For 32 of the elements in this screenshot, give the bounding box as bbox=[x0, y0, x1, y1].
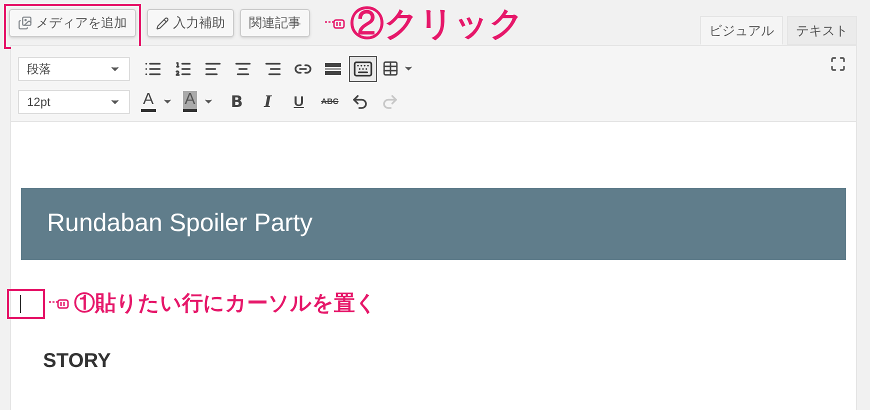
pointing-hand-icon bbox=[48, 298, 70, 310]
numbered-list-icon bbox=[174, 60, 192, 78]
editor-tab[interactable]: テキスト bbox=[787, 16, 857, 45]
editor-button[interactable]: メディアを追加 bbox=[9, 9, 136, 37]
fullscreen-icon bbox=[830, 56, 846, 72]
table-icon bbox=[382, 60, 399, 77]
format-dropdown[interactable]: 12pt bbox=[18, 90, 130, 114]
paragraph-text: STORY bbox=[43, 348, 112, 374]
editor-tab[interactable]: ビジュアル bbox=[700, 16, 783, 45]
toolbar-toggle-button[interactable] bbox=[349, 56, 377, 82]
click-annotation: ②クリック bbox=[350, 6, 524, 40]
cursor-annotation: ①貼りたい行にカーソルを置く bbox=[74, 291, 377, 317]
underline-button[interactable]: U bbox=[283, 88, 314, 116]
bold-button[interactable]: B bbox=[221, 88, 252, 116]
color-letter: A bbox=[141, 91, 156, 112]
heading-text: Rundaban Spoiler Party bbox=[47, 208, 312, 240]
text-color-button[interactable]: A bbox=[138, 88, 176, 116]
format-dropdown[interactable]: 段落 bbox=[18, 56, 130, 80]
keyboard-icon bbox=[353, 58, 373, 78]
undo-icon bbox=[351, 92, 370, 110]
media-icon bbox=[18, 16, 32, 30]
color-letter: A bbox=[182, 91, 198, 112]
editor-button[interactable]: 入力補助 bbox=[147, 9, 234, 37]
strikethrough-button[interactable]: ABC bbox=[314, 88, 346, 116]
pointing-hand-icon bbox=[324, 18, 346, 30]
redo-icon bbox=[381, 92, 400, 110]
editor-button[interactable]: 関連記事 bbox=[240, 9, 310, 37]
italic-button[interactable]: I bbox=[252, 88, 284, 116]
pencil-icon bbox=[156, 16, 169, 30]
read-more-icon bbox=[325, 62, 341, 76]
text-cursor bbox=[20, 294, 21, 313]
fullscreen-button[interactable] bbox=[828, 54, 848, 74]
